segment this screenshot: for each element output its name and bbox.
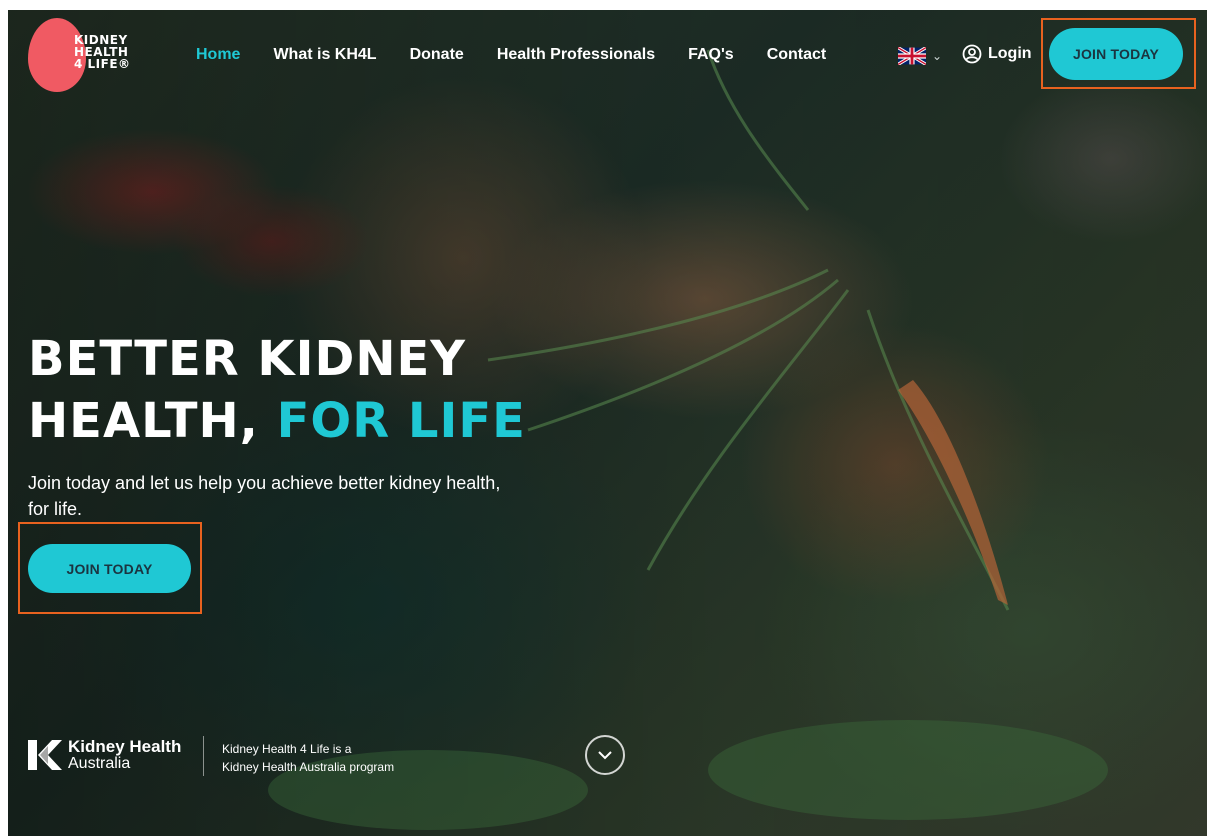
kidney-health-australia-logo[interactable]: Kidney Health Australia (28, 738, 181, 772)
highlight-box-hero-join (18, 522, 202, 614)
chevron-down-icon (598, 751, 612, 760)
nav-item-home[interactable]: Home (196, 46, 240, 64)
program-line-1: Kidney Health 4 Life is a (222, 742, 352, 756)
hero-section: KIDNEY HEALTH 4 LIFE® Home What is KH4L … (8, 10, 1207, 836)
nav-item-contact[interactable]: Contact (767, 46, 827, 64)
headline-accent: FOR LIFE (276, 393, 526, 449)
headline-line-1: BETTER KIDNEY (28, 331, 467, 387)
nav-item-health-professionals[interactable]: Health Professionals (497, 46, 655, 64)
kha-sub: Australia (68, 755, 131, 772)
login-label: Login (988, 45, 1032, 62)
main-nav: Home What is KH4L Donate Health Professi… (196, 46, 859, 64)
kh4l-logo[interactable]: KIDNEY HEALTH 4 LIFE® (28, 18, 140, 92)
footer-divider (203, 736, 204, 776)
nav-item-donate[interactable]: Donate (410, 46, 464, 64)
uk-flag-icon (898, 47, 926, 65)
scroll-down-button[interactable] (585, 735, 625, 775)
program-line-2: Kidney Health Australia program (222, 760, 395, 774)
chevron-down-icon: ⌄ (932, 49, 943, 63)
kha-k-icon (28, 740, 62, 770)
login-link[interactable]: Login (962, 44, 1032, 64)
program-note: Kidney Health 4 Life is a Kidney Health … (222, 740, 394, 776)
nav-item-faqs[interactable]: FAQ's (688, 46, 734, 64)
headline-line-2: HEALTH, (28, 393, 277, 449)
logo-line: 4 LIFE® (74, 57, 131, 71)
language-selector[interactable]: ⌄ (898, 47, 942, 65)
hero-subtext: Join today and let us help you achieve b… (28, 473, 501, 519)
user-circle-icon (962, 44, 982, 64)
kha-name: Kidney Health (68, 737, 182, 756)
nav-item-what-is-kh4l[interactable]: What is KH4L (273, 46, 376, 64)
hero-headline: BETTER KIDNEY HEALTH, FOR LIFE (28, 328, 526, 452)
highlight-box-header-join (1041, 18, 1196, 89)
